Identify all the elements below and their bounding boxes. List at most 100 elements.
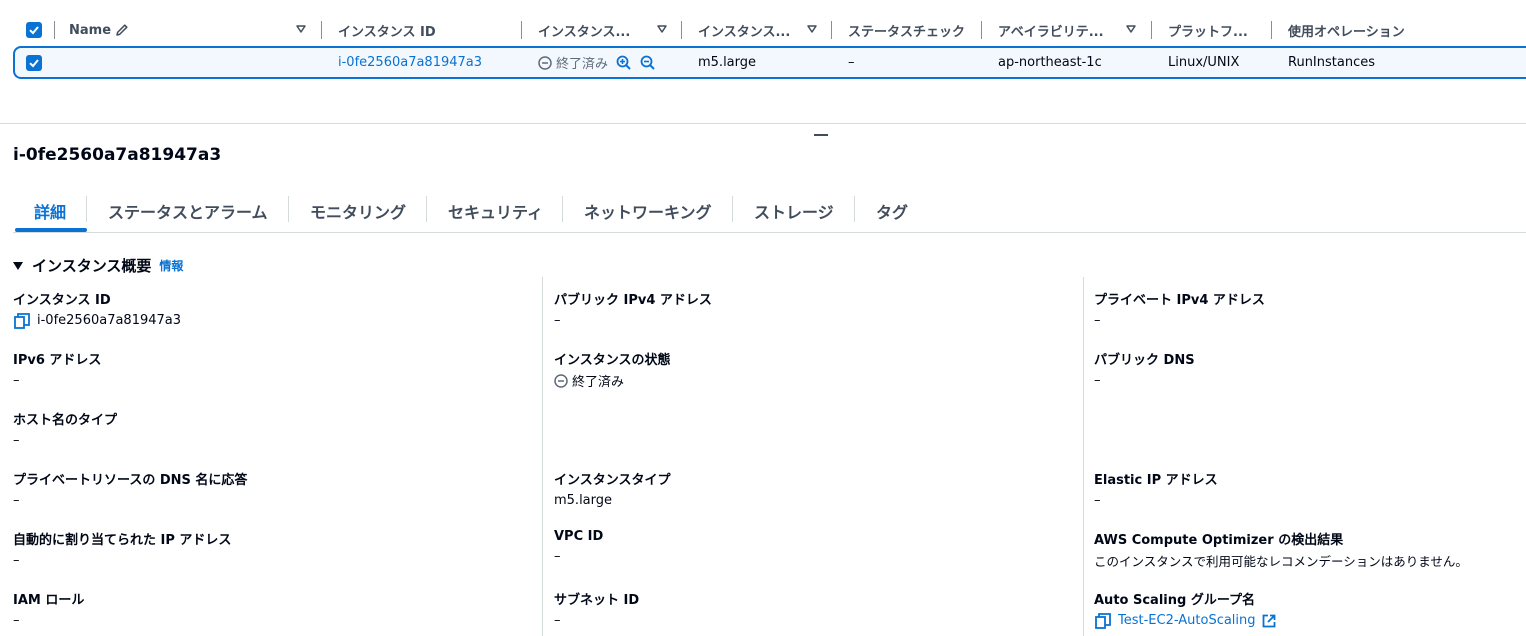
- field-value: Test-EC2-AutoScaling: [1094, 612, 1276, 629]
- field-auto-scaling-group: Auto Scaling グループ名 Test-EC2-AutoScaling: [1094, 589, 1276, 629]
- field-value: –: [13, 553, 20, 568]
- field-label: IAM ロール: [13, 593, 85, 608]
- tab-details[interactable]: 詳細: [34, 191, 66, 231]
- instance-summary-header[interactable]: インスタンス概要 情報: [13, 255, 183, 276]
- field-value: 終了済み: [554, 372, 670, 390]
- caret-down-icon[interactable]: [656, 23, 668, 35]
- field-value: –: [1094, 373, 1101, 388]
- field-value: このインスタンスで利用可能なレコメンデーションはありません。: [1094, 554, 1468, 569]
- field-label: プライベート IPv4 アドレス: [1094, 293, 1265, 308]
- field-label: VPC ID: [554, 529, 604, 544]
- column-header-instance-type[interactable]: インスタンス...: [682, 14, 832, 46]
- select-all-checkbox[interactable]: [26, 22, 42, 38]
- field-value: –: [554, 613, 561, 628]
- caret-down-icon[interactable]: [295, 23, 307, 35]
- row-checkbox[interactable]: [26, 54, 42, 71]
- field-ipv6-address: IPv6 アドレス –: [13, 349, 101, 389]
- field-subnet-id: サブネット ID –: [554, 589, 639, 629]
- column-header-label: インスタンス...: [698, 24, 791, 40]
- detail-tabs: 詳細 ステータスとアラーム モニタリング セキュリティ ネットワーキング ストレ…: [13, 191, 1526, 233]
- field-label: Elastic IP アドレス: [1094, 473, 1218, 488]
- row-select-cell: [26, 48, 42, 77]
- field-label: Auto Scaling グループ名: [1094, 593, 1256, 608]
- field-value: –: [554, 549, 561, 564]
- copy-icon[interactable]: [13, 312, 31, 329]
- minus-circle-icon: [554, 373, 568, 388]
- zoom-out-icon[interactable]: [640, 55, 656, 71]
- field-label: パブリック DNS: [1094, 353, 1195, 368]
- tab-separator: [562, 196, 563, 222]
- field-label: ホスト名のタイプ: [13, 413, 118, 428]
- active-tab-indicator: [15, 228, 87, 232]
- column-header-name[interactable]: Name: [55, 14, 322, 46]
- instance-state-text: 終了済み: [572, 375, 625, 390]
- field-vpc-id: VPC ID –: [554, 529, 603, 565]
- minus-circle-icon: [538, 55, 552, 70]
- status-check-cell: –: [848, 55, 855, 70]
- split-panel-handle[interactable]: [814, 134, 828, 136]
- tab-monitoring[interactable]: モニタリング: [310, 191, 406, 231]
- instance-id-value: i-0fe2560a7a81947a3: [37, 313, 182, 328]
- field-value: –: [13, 493, 20, 508]
- tab-storage[interactable]: ストレージ: [754, 191, 834, 231]
- field-public-dns: パブリック DNS –: [1094, 349, 1195, 389]
- field-instance-type: インスタンスタイプ m5.large: [554, 469, 670, 509]
- column-header-platform[interactable]: プラットフ...: [1152, 14, 1272, 46]
- external-link-icon[interactable]: [1262, 614, 1276, 628]
- field-value: –: [1094, 493, 1101, 508]
- field-value: –: [554, 313, 561, 328]
- tab-status-alarms[interactable]: ステータスとアラーム: [108, 191, 268, 231]
- field-label: AWS Compute Optimizer の検出結果: [1094, 533, 1344, 548]
- caret-down-icon[interactable]: [806, 23, 818, 35]
- column-header-label: アベイラビリテ...: [998, 24, 1104, 40]
- tab-tags[interactable]: タグ: [876, 191, 908, 231]
- copy-icon[interactable]: [1094, 612, 1112, 629]
- column-header-label: インスタンス...: [538, 24, 631, 40]
- column-header-label: ステータスチェック: [848, 24, 966, 40]
- field-instance-id: インスタンス ID i-0fe2560a7a81947a3: [13, 289, 181, 329]
- field-value: –: [13, 613, 20, 628]
- tab-security[interactable]: セキュリティ: [448, 191, 543, 231]
- column-header-usage-operation[interactable]: 使用オペレーション: [1272, 14, 1526, 46]
- auto-scaling-group-link[interactable]: Test-EC2-AutoScaling: [1118, 613, 1256, 628]
- column-divider: [1083, 277, 1084, 636]
- column-header-instance-state[interactable]: インスタンス...: [522, 14, 682, 46]
- availability-zone-cell: ap-northeast-1c: [998, 55, 1102, 70]
- header-select-cell: [0, 14, 55, 46]
- tab-networking[interactable]: ネットワーキング: [584, 191, 712, 231]
- check-icon: [29, 26, 39, 35]
- field-elastic-ip: Elastic IP アドレス –: [1094, 469, 1218, 509]
- field-private-dns-answer: プライベートリソースの DNS 名に応答 –: [13, 469, 247, 509]
- info-link[interactable]: 情報: [159, 257, 183, 274]
- field-label: IPv6 アドレス: [13, 353, 102, 368]
- tab-separator: [86, 196, 87, 222]
- column-header-label: インスタンス ID: [338, 24, 436, 40]
- field-label: サブネット ID: [554, 593, 640, 608]
- tab-separator: [426, 196, 427, 222]
- field-private-ipv4: プライベート IPv4 アドレス –: [1094, 289, 1265, 329]
- column-header-status-check[interactable]: ステータスチェック: [832, 14, 982, 46]
- section-title: インスタンス概要: [32, 257, 152, 275]
- field-label: プライベートリソースの DNS 名に応答: [13, 473, 248, 488]
- caret-down-icon[interactable]: [13, 261, 23, 270]
- field-iam-role: IAM ロール –: [13, 589, 84, 629]
- column-header-availability-zone[interactable]: アベイラビリテ...: [982, 14, 1152, 46]
- column-header-instance-id[interactable]: インスタンス ID: [322, 14, 522, 46]
- field-hostname-type: ホスト名のタイプ –: [13, 409, 117, 449]
- field-value: m5.large: [554, 493, 613, 508]
- zoom-in-icon[interactable]: [616, 55, 632, 71]
- table-row[interactable]: i-0fe2560a7a81947a3 終了済み m5.large – ap-n…: [13, 46, 1526, 79]
- field-value: –: [1094, 313, 1101, 328]
- column-divider: [542, 277, 543, 636]
- check-icon: [29, 58, 39, 67]
- instance-type-cell: m5.large: [698, 55, 757, 70]
- instance-state-text: 終了済み: [556, 57, 609, 72]
- instance-id-link[interactable]: i-0fe2560a7a81947a3: [338, 48, 482, 77]
- pencil-icon[interactable]: [115, 23, 129, 37]
- field-instance-state: インスタンスの状態 終了済み: [554, 349, 671, 390]
- field-label: インスタンスの状態: [554, 353, 671, 368]
- instance-state-cell: 終了済み: [538, 48, 656, 77]
- caret-down-icon[interactable]: [1125, 23, 1137, 35]
- instances-table: Name インスタンス ID インスタンス... インスタンス... ステータス…: [0, 0, 1526, 124]
- column-header-label: Name: [69, 22, 112, 38]
